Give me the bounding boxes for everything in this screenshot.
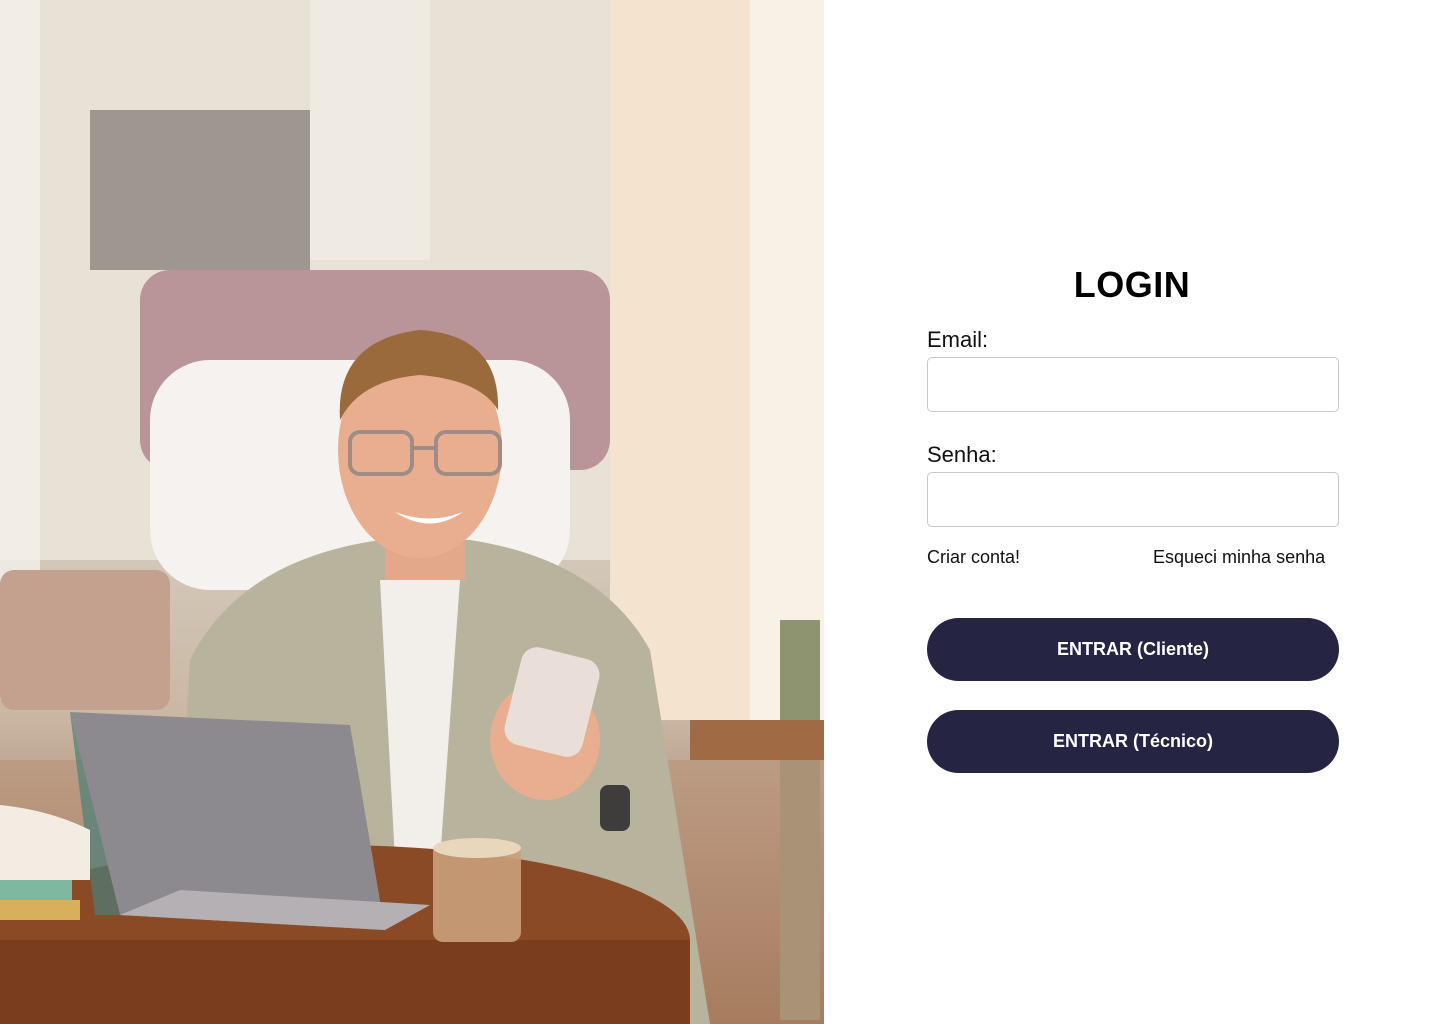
hero-illustration — [0, 0, 824, 1024]
hero-photo — [0, 0, 824, 1024]
email-label: Email: — [927, 327, 989, 352]
email-field[interactable] — [927, 357, 1339, 412]
login-technician-button[interactable]: ENTRAR (Técnico) — [927, 710, 1339, 773]
login-panel: LOGIN Email: Senha: Criar conta! Esqueci… — [824, 0, 1440, 1024]
forgot-password-link[interactable]: Esqueci minha senha — [1153, 547, 1325, 568]
password-label: Senha: — [927, 442, 997, 467]
password-field[interactable] — [927, 472, 1339, 527]
login-page: LOGIN Email: Senha: Criar conta! Esqueci… — [0, 0, 1440, 1024]
login-client-button[interactable]: ENTRAR (Cliente) — [927, 618, 1339, 681]
create-account-link[interactable]: Criar conta! — [927, 547, 1020, 568]
page-title: LOGIN — [1073, 264, 1191, 305]
